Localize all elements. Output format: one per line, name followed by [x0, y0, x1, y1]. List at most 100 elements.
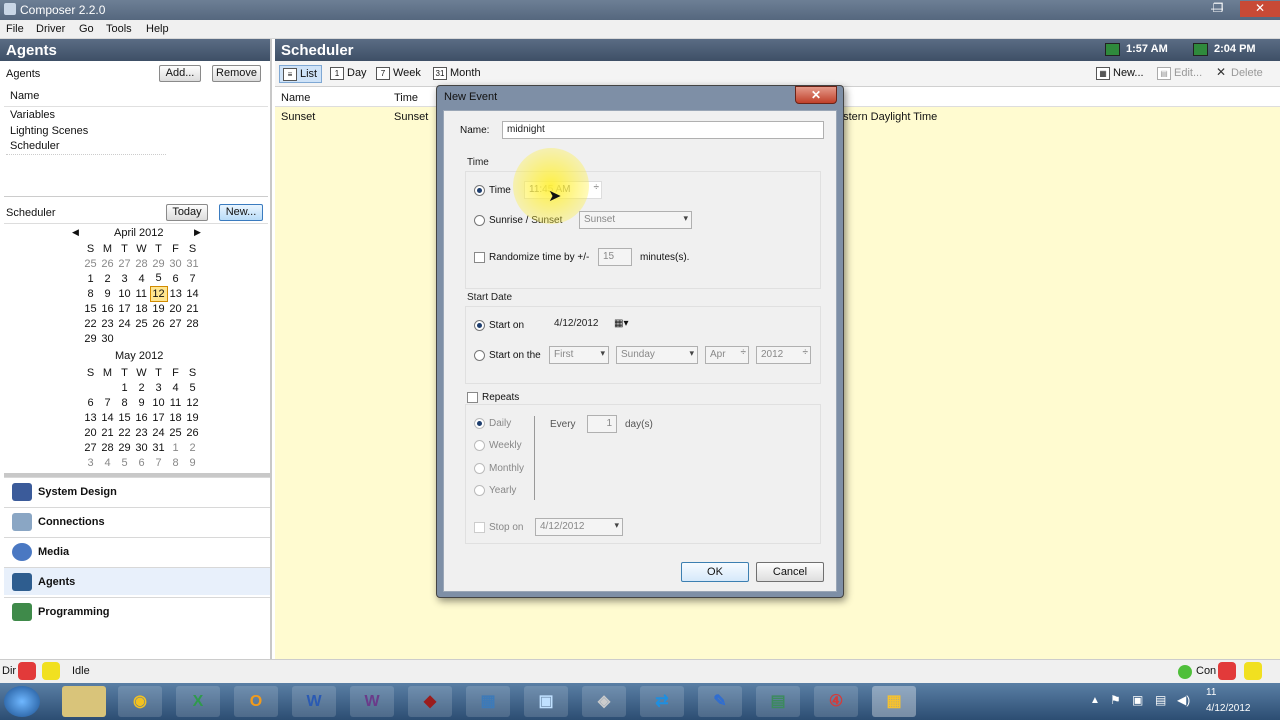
calendar-day[interactable]: 28 [184, 316, 201, 331]
calendar-day[interactable]: 2 [133, 380, 150, 395]
year-spinner[interactable]: 2012 [756, 346, 811, 364]
weekday-select[interactable]: Sunday [616, 346, 698, 364]
calendar-day[interactable]: 13 [167, 286, 184, 301]
calendar-dropdown-icon[interactable]: ▦▾ [614, 318, 628, 329]
view-list-button[interactable]: ≡ List [279, 65, 323, 83]
calendar-day[interactable]: 3 [116, 271, 133, 286]
calendar-day[interactable]: 31 [184, 256, 201, 271]
calendar-day[interactable]: 16 [133, 410, 150, 425]
calendar-day[interactable]: 31 [150, 440, 167, 455]
calendar-day[interactable]: 11 [133, 286, 150, 301]
agent-item-scheduler[interactable]: Scheduler [6, 140, 166, 155]
edit-schedule-button[interactable]: ▤ Edit... [1154, 65, 1206, 83]
calendar-day[interactable]: 18 [133, 301, 150, 316]
add-agent-button[interactable]: Add... [159, 65, 201, 82]
stop-on-checkbox[interactable] [474, 522, 485, 533]
calendar-day[interactable]: 5 [184, 380, 201, 395]
tray-network-icon[interactable]: ▤ [1155, 693, 1166, 707]
calendar-day[interactable]: 12 [184, 395, 201, 410]
console-icon[interactable]: ▤ [756, 686, 800, 717]
chrome-icon[interactable]: ◉ [118, 686, 162, 717]
agent-item-lighting-scenes[interactable]: Lighting Scenes [10, 125, 88, 137]
ordinal-select[interactable]: First [549, 346, 609, 364]
calendar-day[interactable]: 4 [99, 455, 116, 470]
composer-icon[interactable]: ▦ [872, 686, 916, 717]
game-icon[interactable]: ◆ [408, 686, 452, 717]
start-on-radio[interactable] [474, 320, 485, 331]
calendar-day[interactable]: 7 [184, 271, 201, 286]
calendar-day[interactable]: 24 [116, 316, 133, 331]
secure-explorer-icon[interactable]: ▣ [524, 686, 568, 717]
repeat-weekly-radio[interactable] [474, 440, 485, 451]
calendar-day[interactable]: 20 [167, 301, 184, 316]
calendar-day[interactable]: 19 [184, 410, 201, 425]
clock-time[interactable]: 11 [1206, 687, 1216, 698]
menu-go[interactable]: Go [79, 23, 94, 35]
today-button[interactable]: Today [166, 204, 208, 221]
calendar-day[interactable]: 9 [133, 395, 150, 410]
control4-icon[interactable]: ④ [814, 686, 858, 717]
next-month-arrow-icon[interactable]: ▶ [194, 227, 201, 238]
calendar-day[interactable]: 27 [116, 256, 133, 271]
calendar-day[interactable]: 7 [150, 455, 167, 470]
calendar-day[interactable]: 15 [82, 301, 99, 316]
calendar-day[interactable]: 26 [99, 256, 116, 271]
clock-date[interactable]: 4/12/2012 [1206, 703, 1251, 714]
calendar-day[interactable]: 22 [82, 316, 99, 331]
calendar-day[interactable]: 10 [116, 286, 133, 301]
menu-file[interactable]: File [6, 23, 24, 35]
calendar-day[interactable]: 1 [116, 380, 133, 395]
column-name[interactable]: Name [281, 92, 310, 104]
calendar-day[interactable]: 30 [99, 331, 116, 346]
calendar-day[interactable]: 26 [184, 425, 201, 440]
calendar-day[interactable]: 9 [184, 455, 201, 470]
nav-system-design[interactable]: System Design [4, 477, 270, 505]
tray-flag-icon[interactable]: ⚑ [1110, 693, 1121, 707]
calendar-day[interactable]: 17 [150, 410, 167, 425]
nav-programming[interactable]: Programming [4, 597, 270, 625]
new-event-button[interactable]: New... [219, 204, 263, 221]
calendar-day[interactable]: 14 [99, 410, 116, 425]
calendar-day[interactable]: 6 [82, 395, 99, 410]
stop-on-date-input[interactable]: 4/12/2012 [535, 518, 623, 536]
calendar-day[interactable]: 8 [82, 286, 99, 301]
calendar-day[interactable]: 25 [167, 425, 184, 440]
excel-icon[interactable]: X [176, 686, 220, 717]
calendar-day[interactable]: 2 [184, 440, 201, 455]
repeat-monthly-radio[interactable] [474, 463, 485, 474]
menu-help[interactable]: Help [146, 23, 169, 35]
calendar-day[interactable]: 21 [99, 425, 116, 440]
dialog-close-button[interactable]: ✕ [795, 86, 837, 104]
randomize-input[interactable]: 15 [598, 248, 632, 266]
view-week-button[interactable]: 7 Week [373, 65, 425, 83]
app-w-icon[interactable]: W [350, 686, 394, 717]
delete-schedule-button[interactable]: ✕ Delete [1211, 65, 1267, 83]
calendar-day[interactable]: 12 [149, 285, 168, 302]
outlook-icon[interactable]: O [234, 686, 278, 717]
calendar-day[interactable]: 27 [82, 440, 99, 455]
calendar-day[interactable]: 23 [133, 425, 150, 440]
calendar-day[interactable]: 14 [184, 286, 201, 301]
calendar-day[interactable]: 13 [82, 410, 99, 425]
explorer-icon[interactable] [62, 686, 106, 717]
agents-name-column[interactable]: Name [10, 90, 39, 102]
calendar-day[interactable]: 24 [150, 425, 167, 440]
repeats-checkbox[interactable] [467, 392, 478, 403]
tray-up-arrow-icon[interactable]: ▲ [1090, 695, 1100, 706]
column-time[interactable]: Time [394, 92, 418, 104]
calendar-day[interactable]: 25 [82, 256, 99, 271]
calendar-day[interactable]: 4 [133, 271, 150, 286]
event-name-input[interactable]: midnight [502, 121, 824, 139]
nav-agents[interactable]: Agents [4, 567, 270, 595]
feather-icon[interactable]: ✎ [698, 686, 742, 717]
repeat-daily-radio[interactable] [474, 418, 485, 429]
calendar-day[interactable]: 11 [167, 395, 184, 410]
calculator-icon[interactable]: ▦ [466, 686, 510, 717]
calendar-day[interactable]: 30 [133, 440, 150, 455]
calendar-day[interactable]: 19 [150, 301, 167, 316]
calendar-day[interactable]: 29 [82, 331, 99, 346]
calendar-day[interactable]: 8 [167, 455, 184, 470]
calendar-day[interactable]: 27 [167, 316, 184, 331]
cancel-button[interactable]: Cancel [756, 562, 824, 582]
calendar-day[interactable]: 29 [116, 440, 133, 455]
